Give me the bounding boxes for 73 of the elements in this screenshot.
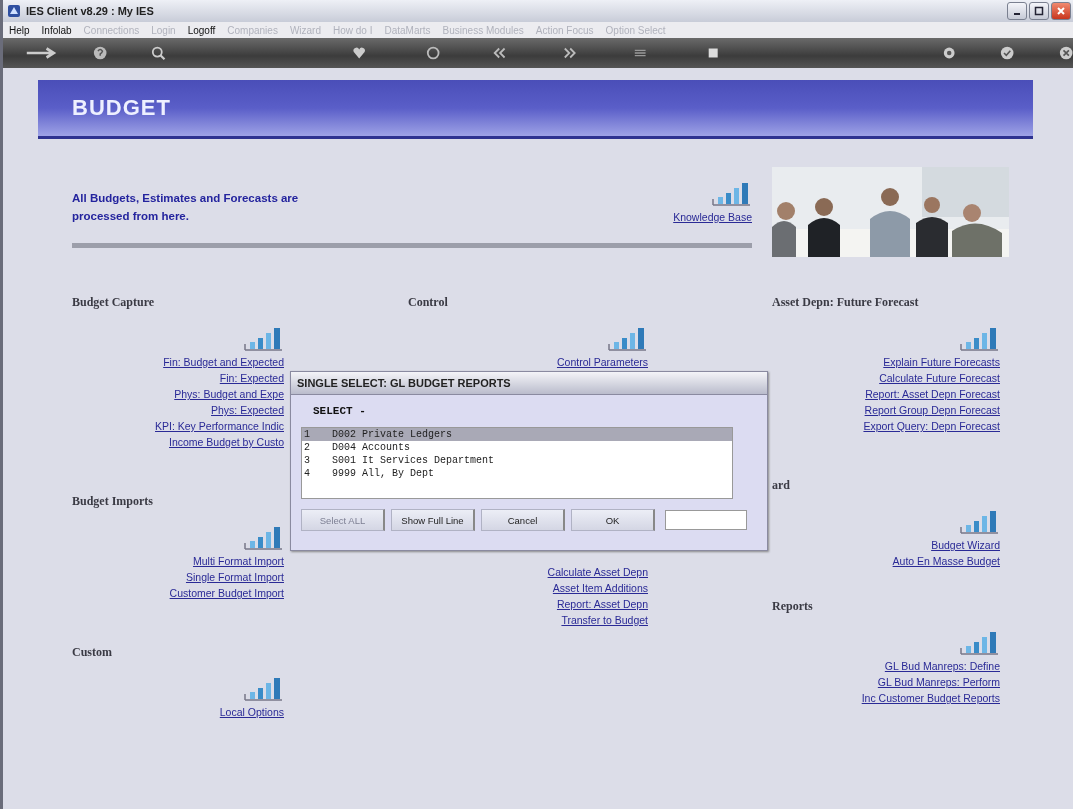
bar-chart-icon[interactable] [960, 509, 1000, 535]
menu-link[interactable]: Report Group Depn Forecast [864, 402, 1000, 418]
section-heading: Asset Depn: Future Forecast [772, 295, 919, 310]
bar-chart-icon[interactable] [244, 326, 284, 352]
window-title: IES Client v8.29 : My IES [26, 5, 154, 17]
menu-link[interactable]: Auto En Masse Budget [892, 553, 1000, 569]
intro-text: All Budgets, Estimates and Forecasts are processed from here. [72, 191, 300, 224]
list-item[interactable]: 2 D004 Accounts [302, 441, 732, 454]
menu-link[interactable]: Fin: Budget and Expected [163, 354, 284, 370]
menu-link[interactable]: Asset Item Additions [552, 580, 648, 596]
menu-link[interactable]: Transfer to Budget [561, 612, 648, 628]
close-icon[interactable] [1058, 45, 1073, 61]
menu-link[interactable]: Report: Asset Depn Forecast [865, 386, 1000, 402]
menu-link[interactable]: KPI: Key Performance Indic [155, 418, 284, 434]
menu-link[interactable]: Explain Future Forecasts [883, 354, 1000, 370]
minimize-icon [1014, 13, 1020, 15]
section-heading: Budget Imports [72, 494, 153, 509]
menu-link[interactable]: Customer Budget Import [169, 585, 284, 601]
menu-link[interactable]: Calculate Future Forecast [879, 370, 1000, 386]
help-icon[interactable] [92, 45, 108, 61]
menu-link[interactable]: Multi Format Import [193, 553, 284, 569]
bar-chart-icon[interactable] [244, 676, 284, 702]
bar-chart-icon[interactable] [960, 630, 1000, 656]
section-heading: Reports [772, 599, 813, 614]
menu-item[interactable]: Help [9, 24, 30, 36]
maximize-icon [1034, 6, 1044, 16]
menu-link[interactable]: Export Query: Depn Forecast [863, 418, 1000, 434]
section-heading: Custom [72, 645, 112, 660]
list-item[interactable]: 4 9999 All, By Dept [302, 467, 732, 480]
menu-link[interactable]: Phys: Expected [211, 402, 284, 418]
search-icon[interactable] [151, 45, 166, 61]
bar-chart-icon[interactable] [244, 525, 284, 551]
dialog-button[interactable]: Show Full Line [391, 509, 475, 531]
section-heading: Budget Capture [72, 295, 155, 310]
bar-chart-icon[interactable] [960, 326, 1000, 352]
rewind-icon[interactable] [492, 45, 507, 61]
dialog-title: SINGLE SELECT: GL BUDGET REPORTS [291, 372, 767, 395]
dialog-button[interactable]: OK [571, 509, 655, 531]
menu-link[interactable]: GL Bud Manreps: Define [884, 658, 1000, 674]
check-icon[interactable] [1000, 45, 1015, 61]
menu-link[interactable]: Single Format Import [185, 569, 284, 585]
menu-link[interactable]: Fin: Expected [219, 370, 284, 386]
list-item[interactable]: 3 S001 It Services Department [302, 454, 732, 467]
section-heading: ard [772, 478, 790, 493]
menu-link[interactable]: Local Options [219, 704, 284, 720]
bar-chart-icon[interactable] [712, 181, 752, 207]
bar-chart-icon[interactable] [608, 326, 648, 352]
page-title: BUDGET [72, 95, 171, 121]
menu-link[interactable]: Control Parameters [556, 354, 648, 370]
menu-link[interactable]: Report: Asset Depn [556, 596, 648, 612]
circle-icon[interactable] [426, 45, 441, 61]
close-icon [1056, 6, 1066, 16]
menu-link[interactable]: Phys: Budget and Expe [174, 386, 284, 402]
menu-link[interactable]: Inc Customer Budget Reports [861, 690, 1000, 706]
menu-link[interactable]: GL Bud Manreps: Perform [877, 674, 1000, 690]
menu-item[interactable]: Logoff [187, 24, 216, 36]
minimize-button[interactable] [1007, 2, 1027, 20]
dialog-prompt: SELECT - [313, 405, 367, 417]
menu-link[interactable]: Budget Wizard [931, 537, 1000, 553]
close-button[interactable] [1051, 2, 1071, 20]
maximize-button[interactable] [1029, 2, 1049, 20]
forward-icon[interactable] [562, 45, 578, 61]
menu-link[interactable]: Calculate Asset Depn [547, 564, 648, 580]
heart-icon[interactable] [351, 45, 367, 61]
menu-item[interactable]: Infolab [41, 24, 72, 36]
section-heading: Control [408, 295, 448, 310]
menu-link[interactable]: Income Budget by Custo [169, 434, 284, 450]
dialog-button[interactable]: Cancel [481, 509, 565, 531]
app-icon [7, 4, 21, 18]
list-item[interactable]: 1 D002 Private Ledgers [302, 428, 732, 441]
knowledge-base-link[interactable]: Knowledge Base [673, 209, 752, 225]
input-field[interactable] [665, 510, 747, 530]
settings-icon[interactable] [941, 45, 957, 61]
